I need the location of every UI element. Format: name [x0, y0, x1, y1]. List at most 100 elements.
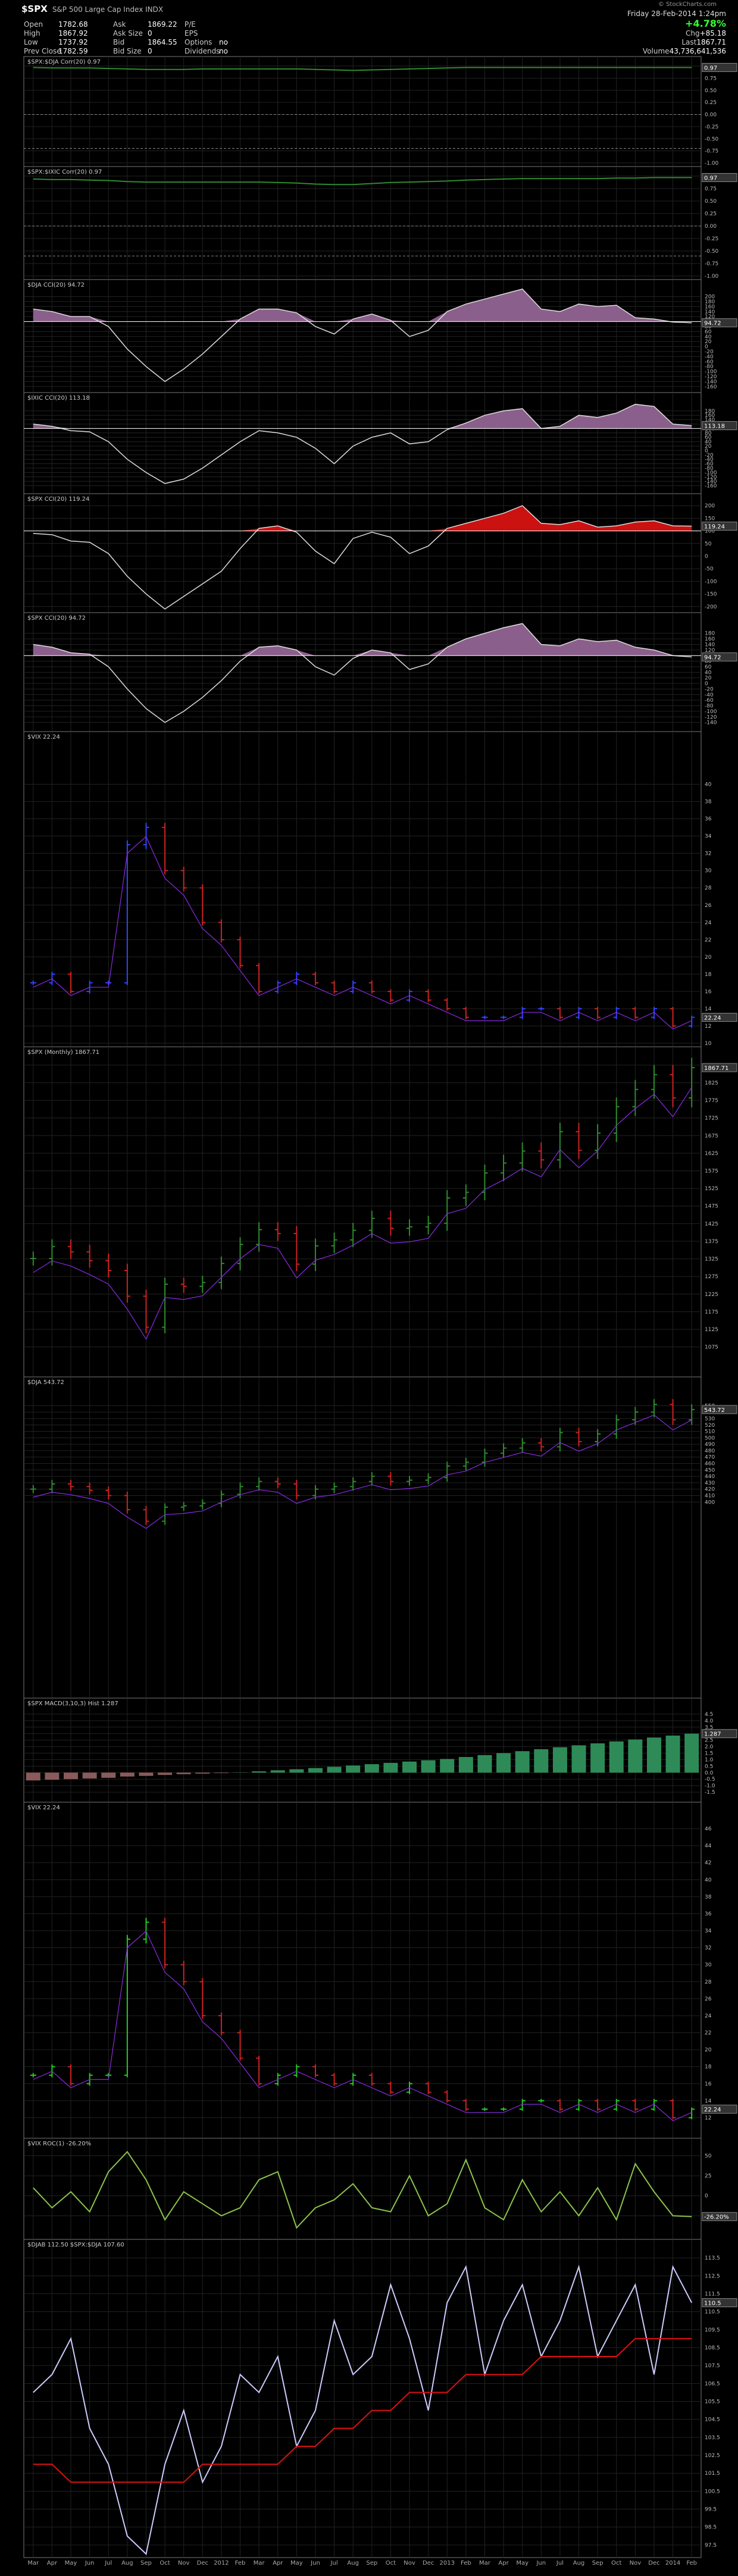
y-tick-label: 108.5	[705, 2345, 720, 2351]
y-tick-label: 530	[705, 1416, 715, 1422]
y-tick-label: 36	[705, 1911, 712, 1917]
y-tick-label: -0.75	[705, 149, 718, 155]
y-tick-label: 38	[705, 1894, 712, 1900]
y-tick-label: 50	[705, 2153, 712, 2159]
series-bar	[45, 1772, 60, 1780]
y-tick-label: 1.0	[705, 1757, 714, 1763]
y-tick-label: 440	[705, 1474, 715, 1480]
y-tick-label: -0.75	[705, 261, 718, 267]
y-tick-label: -140	[705, 720, 717, 726]
last-value-label: -26.20%	[704, 2214, 729, 2221]
last-value-label: 0.97	[704, 175, 717, 182]
x-tick-label: Feb	[461, 2560, 471, 2566]
y-tick-label: 1825	[705, 1080, 718, 1086]
last-value-label: 94.72	[704, 655, 721, 661]
panel-title: $SPX CCI(20) 94.72	[27, 615, 86, 622]
series-bar	[383, 1762, 398, 1773]
y-tick-label: 1325	[705, 1257, 718, 1263]
y-tick-label: 34	[705, 834, 712, 840]
y-tick-label: -1.00	[705, 274, 719, 280]
y-tick-label: 0.0	[705, 1770, 714, 1776]
y-tick-label: 97.5	[705, 2543, 717, 2549]
y-tick-label: 22	[705, 937, 711, 943]
y-tick-label: 107.5	[705, 2363, 720, 2369]
panel-title: $VIX 22.24	[27, 734, 60, 741]
x-tick-label: May	[290, 2560, 303, 2566]
y-tick-label: 40	[705, 1877, 712, 1883]
y-tick-label: -160	[705, 484, 717, 490]
x-tick-label: Jun	[310, 2560, 320, 2566]
panel-frame	[23, 392, 702, 494]
chart-panel: 50250-25$VIX ROC(1) -26.20%-26.20%	[23, 2138, 737, 2240]
y-tick-label: 99.5	[705, 2507, 717, 2513]
y-tick-label: 0	[705, 554, 708, 560]
y-tick-label: 16	[705, 989, 712, 995]
chart-panel: 40 38 36 34 32 30 28 26 24 22 20 18 16 14 12 10 $VIX 22.…	[23, 731, 737, 1047]
y-tick-label: 0.00	[705, 112, 717, 118]
panel-title: $DJA 543.72	[27, 1379, 64, 1386]
y-tick-label: 500	[705, 1435, 715, 1441]
y-tick-label: -0.5	[705, 1777, 715, 1783]
y-tick-label: 1425	[705, 1221, 718, 1227]
y-tick-label: 4.5	[705, 1712, 713, 1718]
y-tick-label: -1.00	[705, 161, 719, 167]
series-bar	[402, 1761, 417, 1773]
series-bar	[252, 1771, 267, 1773]
y-tick-label: 4.0	[705, 1718, 714, 1724]
panel-title: $VIX 22.24	[27, 1805, 60, 1811]
y-tick-label: 104.5	[705, 2417, 720, 2423]
y-tick-label: 1.5	[705, 1751, 713, 1757]
y-tick-label: 0.50	[705, 88, 717, 94]
y-tick-label: 109.5	[705, 2327, 720, 2333]
y-tick-label: 105.5	[705, 2399, 720, 2405]
y-tick-label: 100.5	[705, 2489, 720, 2495]
y-tick-label: -0.50	[705, 136, 719, 142]
x-tick-label: Nov	[404, 2560, 415, 2566]
y-tick-label: -0.50	[705, 249, 719, 255]
y-tick-label: 410	[705, 1493, 715, 1499]
chart-panel: 180160140120100806040200-20-40-60-80-100…	[23, 392, 737, 494]
series-bar	[534, 1749, 549, 1773]
panel-title: $SPX MACD(3,10,3) Hist 1.287	[27, 1700, 118, 1707]
series-bar	[458, 1757, 473, 1773]
y-tick-label: 36	[705, 817, 712, 823]
y-tick-label: 400	[705, 1499, 715, 1505]
y-tick-label: 450	[705, 1467, 715, 1473]
y-tick-label: 24	[705, 920, 712, 926]
y-tick-label: 480	[705, 1448, 715, 1454]
y-tick-label: 2.5	[705, 1738, 713, 1744]
last-value-label: 110.5	[704, 2301, 721, 2307]
series-bar	[590, 1743, 605, 1773]
y-tick-label: 12	[705, 2115, 711, 2121]
y-tick-label: 28	[705, 1979, 712, 1985]
y-tick-label: -1.0	[705, 1783, 715, 1789]
x-tick-label: Aug	[121, 2560, 133, 2566]
y-tick-label: 110.5	[705, 2310, 720, 2315]
y-tick-label: 0.00	[705, 224, 717, 230]
y-tick-label: 111.5	[705, 2291, 720, 2297]
chart-panel: 4.54.03.53.02.52.01.51.00.50.0-0.5-1.0-1…	[23, 1698, 737, 1803]
y-tick-label: 0.25	[705, 211, 717, 217]
panel-title: $SPX:$DJA Corr(20) 0.97	[27, 59, 101, 65]
series-bar	[628, 1739, 643, 1773]
series-bar	[646, 1737, 661, 1773]
chart-panel: 180160140120100806040200-20-40-60-80-100…	[23, 612, 737, 732]
series-bar	[26, 1772, 40, 1781]
panel-frame	[23, 1046, 702, 1378]
y-tick-label: 520	[705, 1423, 715, 1429]
y-tick-label: 1075	[705, 1345, 718, 1351]
y-tick-label: 420	[705, 1487, 715, 1493]
y-tick-label: 18	[705, 972, 712, 978]
x-tick-label: Oct	[386, 2560, 396, 2566]
y-tick-label: -0.25	[705, 124, 718, 130]
y-tick-label: 1225	[705, 1292, 718, 1298]
panel-title: $DJA CCI(20) 94.72	[27, 282, 85, 288]
y-tick-label: 12	[705, 1024, 711, 1030]
panel-frame	[23, 56, 702, 167]
y-tick-label: -100	[705, 579, 717, 585]
series-bar	[552, 1747, 567, 1773]
panel-title: $DJAB 112.50 $SPX:$DJA 107.60	[27, 2242, 124, 2248]
y-tick-label: 34	[705, 1928, 712, 1934]
x-tick-label: Dec	[423, 2560, 434, 2566]
y-tick-label: -200	[705, 604, 717, 610]
